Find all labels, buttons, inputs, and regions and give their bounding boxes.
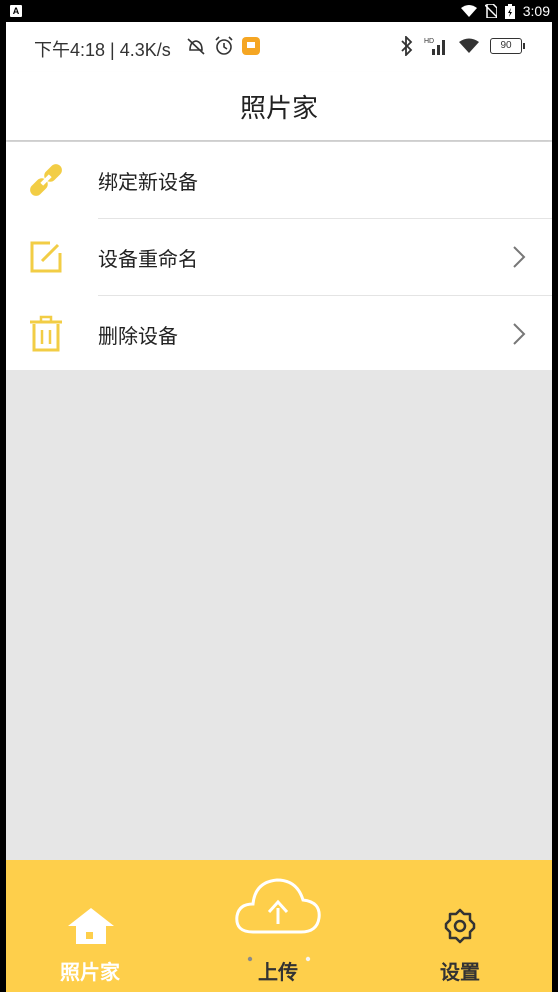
mute-bell-icon xyxy=(187,38,205,55)
menu-item-label: 设备重命名 xyxy=(98,247,198,271)
svg-text:HD: HD xyxy=(424,38,434,45)
wifi-status-icon xyxy=(459,38,479,53)
trash-icon xyxy=(30,315,62,352)
app-notification-icon xyxy=(242,37,260,55)
tab-label: 上传 xyxy=(258,960,298,984)
tab-label: 设置 xyxy=(440,960,480,984)
menu-item-label: 绑定新设备 xyxy=(98,170,198,194)
hd-signal-icon: HD xyxy=(424,38,445,55)
system-clock: 3:09 xyxy=(522,3,550,19)
notification-a-icon: A xyxy=(10,5,22,17)
status-icons-left xyxy=(186,36,260,56)
device-menu: 绑定新设备 设备重命名 删除设备 xyxy=(6,142,552,370)
battery-charging-icon xyxy=(504,3,515,19)
bind-device-item[interactable]: 绑定新设备 xyxy=(6,142,552,218)
no-sim-icon xyxy=(484,4,497,18)
status-bar: 下午4:18 | 4.3K/s HD 90 xyxy=(6,22,552,72)
tab-upload[interactable]: 上传 xyxy=(218,860,338,992)
status-icons-right: HD 90 xyxy=(400,36,525,56)
gear-icon xyxy=(444,908,476,944)
menu-item-label: 删除设备 xyxy=(98,324,178,348)
chevron-right-icon xyxy=(513,323,526,345)
bottom-tab-bar: 照片家 上传 设置 xyxy=(6,860,552,992)
home-icon xyxy=(68,908,114,944)
status-time-speed: 下午4:18 | 4.3K/s xyxy=(34,40,171,60)
wifi-icon xyxy=(460,5,477,17)
tab-settings[interactable]: 设置 xyxy=(400,860,520,992)
rename-device-item[interactable]: 设备重命名 xyxy=(6,219,552,295)
delete-device-item[interactable]: 删除设备 xyxy=(6,296,552,372)
edit-icon xyxy=(30,241,62,273)
link-icon xyxy=(30,164,62,196)
system-status-icons: 3:09 xyxy=(460,0,550,22)
page-title: 照片家 xyxy=(239,94,318,124)
cloud-upload-icon xyxy=(235,878,321,934)
chevron-right-icon xyxy=(513,246,526,268)
alarm-icon xyxy=(215,36,233,55)
bluetooth-icon xyxy=(401,36,413,56)
title-bar: 照片家 xyxy=(6,72,552,140)
tab-home[interactable]: 照片家 xyxy=(30,860,150,992)
battery-indicator: 90 xyxy=(490,38,525,54)
system-status-bar: A 3:09 xyxy=(0,0,558,22)
tab-label: 照片家 xyxy=(60,960,120,984)
app-screen: 下午4:18 | 4.3K/s HD 90 照片家 绑定新设备 设备重命名 删除… xyxy=(6,22,552,992)
